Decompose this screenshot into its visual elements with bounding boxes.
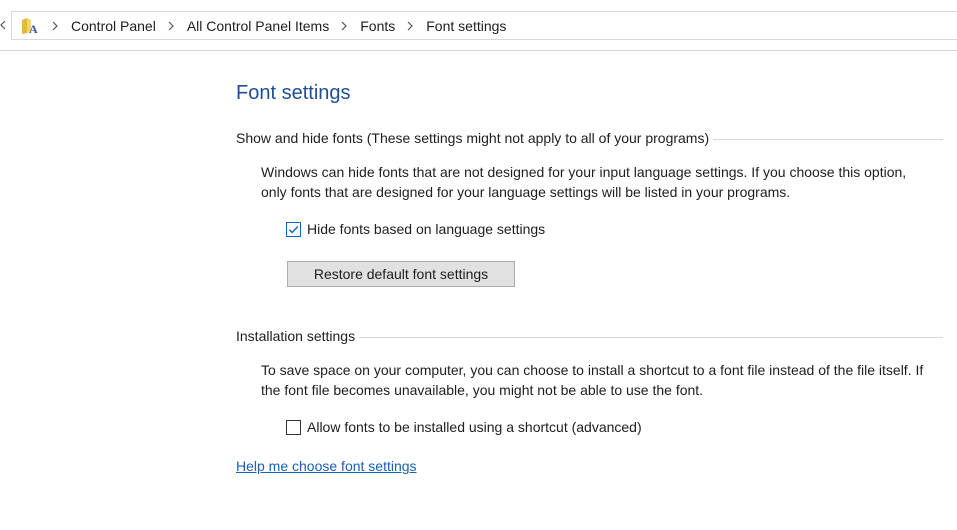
section-divider — [359, 337, 943, 338]
installation-description: To save space on your computer, you can … — [261, 362, 924, 398]
chevron-right-icon[interactable] — [337, 19, 351, 33]
chevron-right-icon[interactable] — [403, 19, 417, 33]
fonts-folder-icon: A — [20, 17, 38, 35]
address-box[interactable]: A Control Panel All Control Panel Items … — [11, 11, 957, 40]
hide-fonts-checkbox-row[interactable]: Hide fonts based on language settings — [286, 221, 545, 237]
chevron-right-icon[interactable] — [48, 19, 62, 33]
help-choose-font-settings-link[interactable]: Help me choose font settings — [236, 458, 417, 474]
section-divider — [713, 139, 943, 140]
restore-default-font-settings-button[interactable]: Restore default font settings — [287, 261, 515, 287]
shortcut-install-checkbox[interactable] — [286, 419, 301, 435]
installation-heading-text: Installation settings — [236, 328, 356, 344]
show-hide-section-heading: Show and hide fonts (These settings migh… — [236, 130, 943, 146]
scroll-left-icon[interactable] — [0, 17, 6, 33]
page-title: Font settings — [236, 82, 351, 104]
hide-fonts-label[interactable]: Hide fonts based on language settings — [307, 221, 545, 237]
chevron-right-icon[interactable] — [164, 19, 178, 33]
breadcrumb-font-settings[interactable]: Font settings — [426, 18, 506, 34]
breadcrumb-control-panel[interactable]: Control Panel — [71, 18, 156, 34]
hide-fonts-checkbox[interactable] — [286, 221, 301, 237]
shortcut-install-checkbox-row[interactable]: Allow fonts to be installed using a shor… — [286, 419, 642, 435]
breadcrumb-all-items[interactable]: All Control Panel Items — [187, 18, 329, 34]
address-bar: A Control Panel All Control Panel Items … — [0, 0, 957, 51]
breadcrumb-fonts[interactable]: Fonts — [360, 18, 395, 34]
show-hide-description: Windows can hide fonts that are not desi… — [261, 164, 907, 200]
installation-section-heading: Installation settings — [236, 328, 943, 344]
checkmark-icon — [289, 225, 299, 234]
show-hide-heading-text: Show and hide fonts (These settings migh… — [236, 130, 710, 146]
shortcut-install-label[interactable]: Allow fonts to be installed using a shor… — [307, 419, 642, 435]
svg-text:A: A — [29, 22, 38, 35]
